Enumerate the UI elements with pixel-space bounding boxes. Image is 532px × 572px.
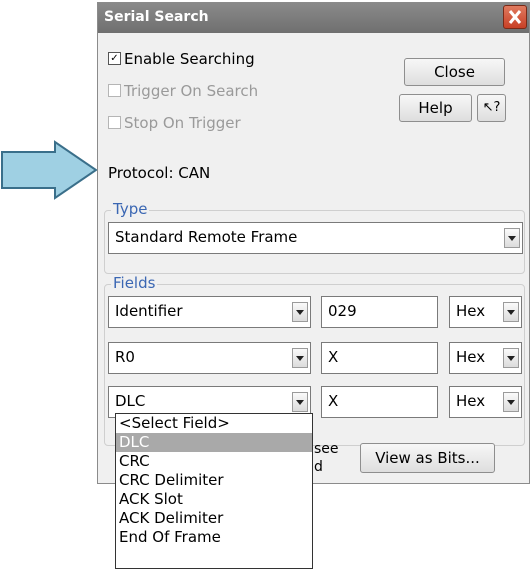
- callout-arrow-icon: [1, 140, 98, 200]
- title-bar: Serial Search: [98, 3, 529, 33]
- hint-text-fragment: d: [314, 459, 323, 475]
- fields-group-label: Fields: [111, 274, 158, 292]
- field-value-input-2[interactable]: X: [321, 342, 438, 374]
- dropdown-option-select-field[interactable]: <Select Field>: [116, 414, 312, 433]
- format-select-3[interactable]: Hex: [449, 386, 522, 418]
- dropdown-option-crc[interactable]: CRC: [116, 452, 312, 471]
- checkbox-icon: [108, 84, 121, 97]
- field-value-text: X: [328, 392, 339, 410]
- checkbox-checked-icon: ✓: [108, 52, 121, 65]
- enable-searching-label: Enable Searching: [124, 50, 255, 68]
- type-select[interactable]: Standard Remote Frame: [108, 222, 523, 254]
- view-as-bits-button[interactable]: View as Bits...: [360, 443, 495, 473]
- field-value-text: 029: [328, 302, 357, 320]
- format-select-value: Hex: [456, 348, 486, 366]
- format-select-1[interactable]: Hex: [449, 296, 522, 328]
- field-dropdown-list: <Select Field> DLC CRC CRC Delimiter ACK…: [115, 413, 313, 569]
- chevron-down-icon[interactable]: [503, 302, 519, 322]
- serial-search-dialog: Serial Search ✓ Enable Searching Trigger …: [97, 2, 530, 484]
- chevron-down-icon[interactable]: [504, 228, 520, 248]
- trigger-on-search-checkbox[interactable]: Trigger On Search: [108, 82, 258, 100]
- field-select-value: Identifier: [115, 302, 183, 320]
- trigger-on-search-label: Trigger On Search: [124, 82, 259, 100]
- enable-searching-checkbox[interactable]: ✓ Enable Searching: [108, 50, 255, 68]
- type-group-label: Type: [111, 200, 150, 218]
- window-title: Serial Search: [104, 9, 209, 25]
- context-help-button[interactable]: ↖?: [477, 94, 506, 122]
- hint-text-fragment: see: [314, 441, 339, 457]
- field-select-value: DLC: [115, 392, 146, 410]
- chevron-down-icon[interactable]: [503, 392, 519, 412]
- dropdown-option-ack-delimiter[interactable]: ACK Delimiter: [116, 509, 312, 528]
- field-value-input-3[interactable]: X: [321, 386, 438, 418]
- format-select-value: Hex: [456, 392, 486, 410]
- protocol-label: Protocol: CAN: [108, 164, 211, 182]
- format-select-2[interactable]: Hex: [449, 342, 522, 374]
- field-select-value: R0: [115, 348, 135, 366]
- field-select-2[interactable]: R0: [108, 342, 311, 374]
- dropdown-option-ack-slot[interactable]: ACK Slot: [116, 490, 312, 509]
- format-select-value: Hex: [456, 302, 486, 320]
- stop-on-trigger-label: Stop On Trigger: [124, 114, 241, 132]
- field-value-text: X: [328, 348, 339, 366]
- field-select-1[interactable]: Identifier: [108, 296, 311, 328]
- window-close-button[interactable]: [503, 5, 527, 29]
- pointer-help-icon: ↖?: [482, 100, 501, 115]
- field-value-input-1[interactable]: 029: [321, 296, 438, 328]
- stop-on-trigger-checkbox[interactable]: Stop On Trigger: [108, 114, 241, 132]
- dropdown-option-crc-delimiter[interactable]: CRC Delimiter: [116, 471, 312, 490]
- close-icon: [508, 10, 522, 24]
- chevron-down-icon[interactable]: [292, 302, 308, 322]
- checkbox-icon: [108, 116, 121, 129]
- help-button[interactable]: Help: [399, 94, 472, 122]
- dropdown-option-end-of-frame[interactable]: End Of Frame: [116, 528, 312, 547]
- type-select-value: Standard Remote Frame: [115, 228, 298, 246]
- chevron-down-icon[interactable]: [292, 392, 308, 412]
- close-button[interactable]: Close: [404, 58, 505, 86]
- dropdown-option-dlc[interactable]: DLC: [116, 433, 312, 452]
- chevron-down-icon[interactable]: [292, 348, 308, 368]
- chevron-down-icon[interactable]: [503, 348, 519, 368]
